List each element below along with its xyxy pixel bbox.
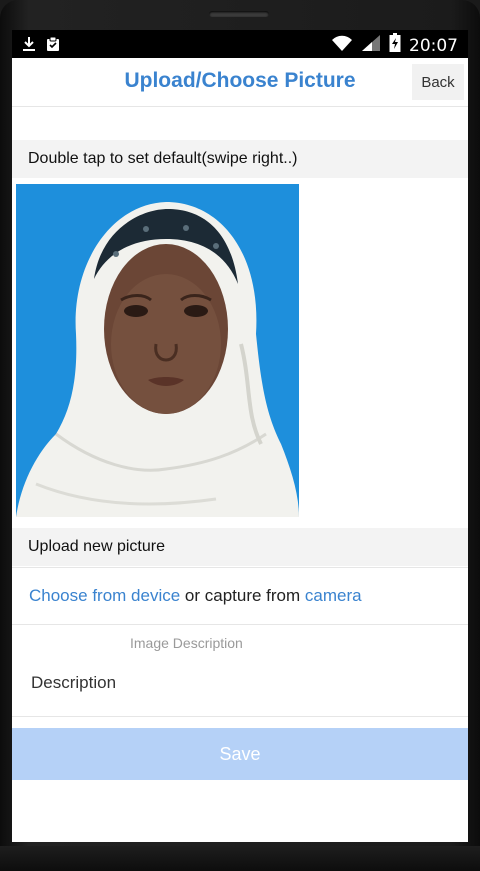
student-portrait-image [16, 184, 299, 517]
app-screen: Upload/Choose Picture Back Double tap to… [12, 58, 468, 842]
back-button[interactable]: Back [412, 64, 464, 100]
upload-options: Choose from device or capture from camer… [12, 567, 468, 625]
download-icon [22, 36, 36, 57]
status-bar: 20:07 [12, 30, 468, 58]
header: Upload/Choose Picture Back [12, 58, 468, 107]
gallery-instruction: Double tap to set default(swipe right..) [12, 140, 468, 178]
choose-from-device-link[interactable]: Choose from device [29, 586, 180, 606]
upload-heading: Upload new picture [12, 528, 468, 566]
phone-frame: 20:07 Upload/Choose Picture Back Double … [0, 0, 480, 871]
camera-link[interactable]: camera [305, 586, 362, 606]
save-button[interactable]: Save [12, 728, 468, 780]
description-label: Image Description [130, 635, 243, 651]
speaker-grille [209, 11, 269, 17]
upload-options-text: or capture from [180, 586, 305, 605]
profile-photo[interactable] [16, 184, 299, 517]
battery-icon [389, 33, 401, 58]
phone-bottom-bezel [0, 846, 480, 871]
wifi-icon [331, 34, 353, 57]
description-field: Image Description [12, 626, 468, 717]
signal-icon [361, 34, 381, 57]
clipboard-icon [46, 36, 60, 57]
status-time: 20:07 [409, 35, 458, 56]
description-input[interactable] [29, 662, 453, 704]
page-title: Upload/Choose Picture [124, 69, 356, 92]
